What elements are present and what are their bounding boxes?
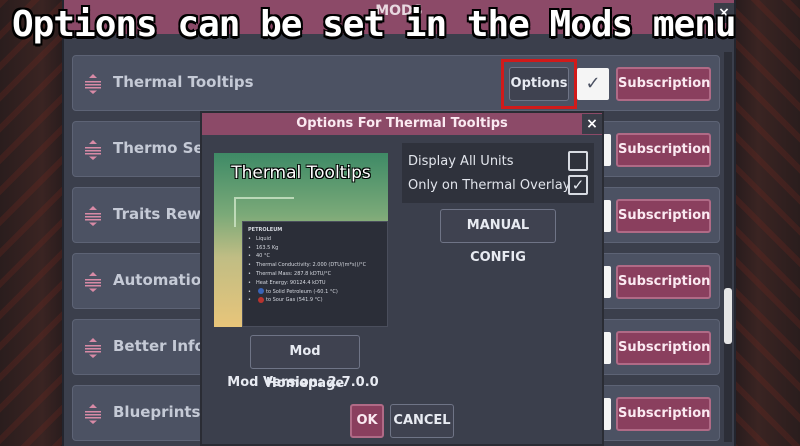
enable-checkbox[interactable] [603,266,611,298]
setting-label: Only on Thermal Overlay [408,178,571,193]
preview-line: to Solid Petroleum (-60.1 °C) [266,288,338,295]
preview-line: Thermal Mass: 287.8 kDTU/°C [256,270,332,277]
mod-homepage-button[interactable]: Mod Homepage [250,335,360,391]
drag-handle-icon[interactable] [82,73,104,95]
scrollbar-track[interactable] [724,52,732,442]
subscription-button[interactable]: Subscription [616,265,711,299]
mod-name: Thermal Tooltips [113,73,254,91]
enable-checkbox[interactable] [603,398,611,430]
drag-handle-icon[interactable] [82,139,104,161]
preview-title: Thermal Tooltips [231,163,371,183]
enable-checkbox[interactable] [603,134,611,166]
settings-panel: Display All Units Only on Thermal Overla… [402,143,594,203]
preview-line: 40 °C [256,253,270,260]
setting-label: Display All Units [408,154,514,169]
cancel-button[interactable]: CANCEL [390,404,454,438]
preview-line: 163.5 Kg [256,244,279,251]
options-button[interactable]: Options [509,67,569,101]
mod-row-thermal-tooltips: Thermal Tooltips Options ✓ Subscription [72,55,720,111]
cold-icon [258,288,264,295]
dialog-close-button[interactable]: × [582,114,602,134]
background-right [730,0,800,446]
tutorial-caption: Options can be set in the Mods menu [12,4,737,45]
mod-preview-image: Thermal Tooltips PETROLEUM • Liquid • 163.… [214,153,388,327]
drag-handle-icon[interactable] [82,271,104,293]
hot-icon [258,296,264,303]
preview-tooltip: PETROLEUM • Liquid • 163.5 Kg • 40 °C • Ther… [242,221,388,327]
drag-handle-icon[interactable] [82,337,104,359]
preview-line: Heat Energy: 90124.4 kDTU [256,279,326,286]
mod-version-label: Mod Version: 2.7.0.0 [227,375,379,390]
manual-config-button[interactable]: MANUAL CONFIG [440,209,556,265]
preview-line: to Sour Gas (541.9 °C) [266,297,323,304]
scrollbar-thumb[interactable] [724,288,732,344]
preview-heading: PETROLEUM [248,227,283,233]
enable-checkbox[interactable]: ✓ [577,68,609,100]
preview-line: Liquid [256,235,272,242]
setting-only-thermal-overlay: Only on Thermal Overlay ✓ [408,175,592,197]
enable-checkbox[interactable] [603,200,611,232]
subscription-button[interactable]: Subscription [616,199,711,233]
subscription-button[interactable]: Subscription [616,331,711,365]
background-left [0,0,70,446]
options-dialog: Options For Thermal Tooltips × Thermal T… [200,111,604,446]
preview-line: Thermal Conductivity: 2.000 (DTU/(m*s))/… [256,262,367,269]
ok-button[interactable]: OK [350,404,384,438]
dialog-title: Options For Thermal Tooltips [202,113,602,135]
enable-checkbox[interactable] [603,332,611,364]
subscription-button[interactable]: Subscription [616,133,711,167]
subscription-button[interactable]: Subscription [616,67,711,101]
drag-handle-icon[interactable] [82,403,104,425]
setting-display-all-units: Display All Units [408,151,592,173]
only-thermal-overlay-checkbox[interactable]: ✓ [568,175,588,195]
subscription-button[interactable]: Subscription [616,397,711,431]
display-all-units-checkbox[interactable] [568,151,588,171]
drag-handle-icon[interactable] [82,205,104,227]
mod-name: Blueprints [113,403,201,421]
